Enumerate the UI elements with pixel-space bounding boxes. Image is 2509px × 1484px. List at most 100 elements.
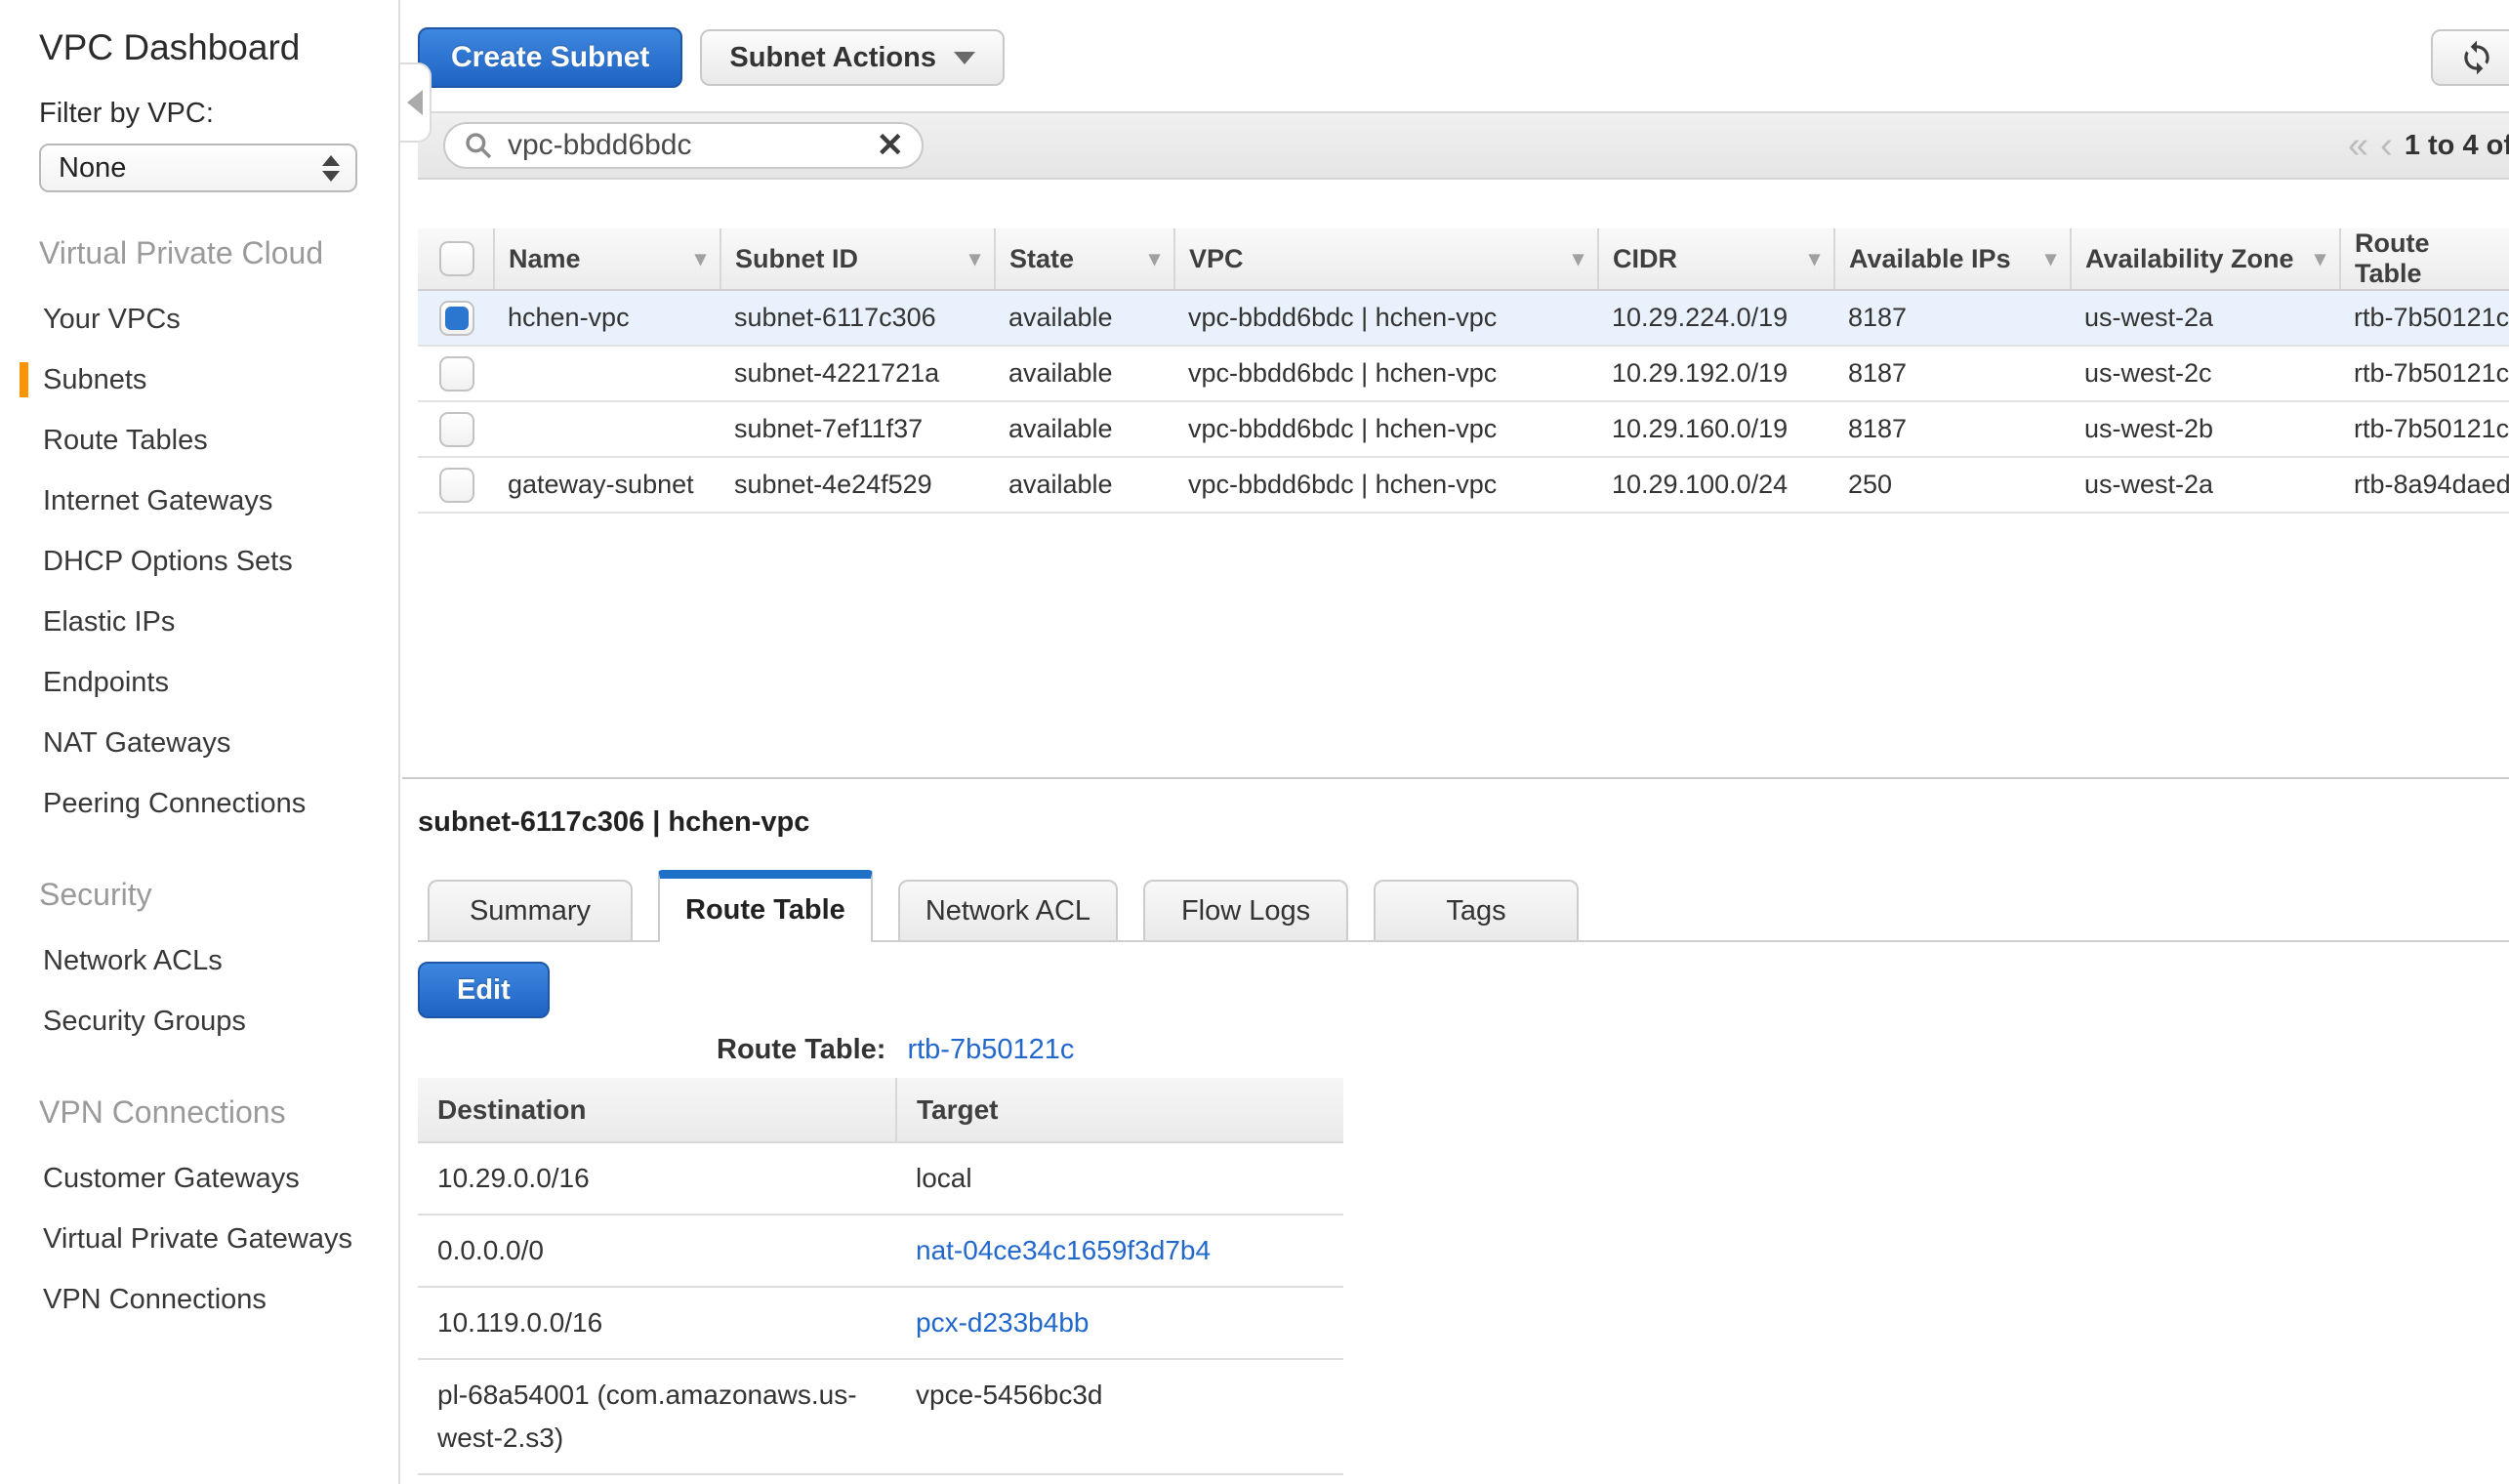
cell-vpc: vpc-bbdd6bdc | hchen-vpc bbox=[1174, 346, 1598, 401]
sidebar-item-elastic-ips[interactable]: Elastic IPs bbox=[0, 592, 398, 652]
search-box[interactable]: ✕ bbox=[443, 122, 924, 169]
tab-network-acl[interactable]: Network ACL bbox=[898, 880, 1118, 940]
edit-button[interactable]: Edit bbox=[418, 962, 550, 1018]
row-checkbox[interactable] bbox=[439, 468, 474, 503]
vpc-filter-select[interactable]: None bbox=[39, 144, 357, 192]
cell-subnet-id: subnet-4e24f529 bbox=[720, 457, 995, 513]
tab-tags[interactable]: Tags bbox=[1374, 880, 1579, 940]
sidebar-item-security-groups[interactable]: Security Groups bbox=[0, 991, 398, 1051]
sort-caret-icon[interactable]: ▾ bbox=[1149, 246, 1160, 271]
sidebar-collapse-toggle[interactable] bbox=[400, 62, 432, 143]
row-checkbox[interactable] bbox=[439, 301, 474, 336]
sidebar-item-nat-gateways[interactable]: NAT Gateways bbox=[0, 713, 398, 773]
sidebar-item-dhcp-options-sets[interactable]: DHCP Options Sets bbox=[0, 531, 398, 592]
subnet-detail-panel: subnet-6117c306 | hchen-vpc Summary Rout… bbox=[402, 777, 2509, 1475]
column-label: Name bbox=[509, 244, 581, 274]
route-target: local bbox=[896, 1142, 1343, 1215]
cell-cidr: 10.29.100.0/24 bbox=[1598, 457, 1834, 513]
sidebar-item-customer-gateways[interactable]: Customer Gateways bbox=[0, 1148, 398, 1209]
sidebar-item-peering-connections[interactable]: Peering Connections bbox=[0, 773, 398, 834]
main-content: Create Subnet Subnet Actions ✕ « ‹ 1 to … bbox=[402, 0, 2509, 1484]
column-header-state[interactable]: State▾ bbox=[995, 228, 1174, 290]
column-label: Available IPs bbox=[1849, 244, 2011, 274]
select-all-checkbox[interactable] bbox=[439, 241, 474, 276]
column-header-availability-zone[interactable]: Availability Zone ▾ bbox=[2071, 228, 2340, 290]
routes-column-destination: Destination bbox=[418, 1078, 896, 1142]
route-table-link[interactable]: rtb-7b50121c bbox=[907, 1034, 1074, 1066]
cell-availability-zone: us-west-2c bbox=[2071, 346, 2340, 401]
route-destination: 10.29.0.0/16 bbox=[418, 1142, 896, 1215]
cell-state: available bbox=[995, 290, 1174, 346]
cell-route-table: rtb-8a94daed bbox=[2340, 457, 2509, 513]
sidebar-item-route-tables[interactable]: Route Tables bbox=[0, 410, 398, 471]
sidebar-item-subnets[interactable]: Subnets bbox=[0, 350, 398, 410]
sidebar-item-endpoints[interactable]: Endpoints bbox=[0, 652, 398, 713]
column-header-vpc[interactable]: VPC ▾ bbox=[1174, 228, 1598, 290]
column-header-route-table[interactable]: Route Table bbox=[2340, 228, 2509, 290]
sort-caret-icon[interactable]: ▾ bbox=[2315, 246, 2325, 271]
clear-search-icon[interactable]: ✕ bbox=[877, 129, 905, 162]
sidebar: VPC Dashboard Filter by VPC: None Virtua… bbox=[0, 0, 400, 1484]
column-header-cidr[interactable]: CIDR▾ bbox=[1598, 228, 1834, 290]
sort-caret-icon[interactable]: ▾ bbox=[2045, 246, 2056, 271]
cell-availability-zone: us-west-2a bbox=[2071, 457, 2340, 513]
cell-state: available bbox=[995, 346, 1174, 401]
subnet-actions-label: Subnet Actions bbox=[729, 42, 936, 74]
top-toolbar: Create Subnet Subnet Actions bbox=[418, 27, 2509, 88]
route-row: 10.119.0.0/16 pcx-d233b4bb bbox=[418, 1287, 1343, 1359]
sort-caret-icon[interactable]: ▾ bbox=[695, 246, 706, 271]
cell-cidr: 10.29.192.0/19 bbox=[1598, 346, 1834, 401]
cell-state: available bbox=[995, 457, 1174, 513]
row-checkbox[interactable] bbox=[439, 356, 474, 392]
sidebar-nav: Virtual Private Cloud Your VPCs Subnets … bbox=[0, 235, 398, 1330]
tab-flow-logs[interactable]: Flow Logs bbox=[1143, 880, 1348, 940]
cell-cidr: 10.29.224.0/19 bbox=[1598, 290, 1834, 346]
table-row[interactable]: subnet-7ef11f37 available vpc-bbdd6bdc |… bbox=[418, 401, 2509, 457]
column-label: VPC bbox=[1189, 244, 1244, 274]
search-strip: ✕ « ‹ 1 to 4 of bbox=[418, 111, 2509, 180]
column-header-subnet-id[interactable]: Subnet ID ▾ bbox=[720, 228, 995, 290]
sidebar-item-virtual-private-gateways[interactable]: Virtual Private Gateways bbox=[0, 1209, 398, 1269]
cell-vpc: vpc-bbdd6bdc | hchen-vpc bbox=[1174, 290, 1598, 346]
sort-caret-icon[interactable]: ▾ bbox=[1809, 246, 1820, 271]
cell-subnet-id: subnet-6117c306 bbox=[720, 290, 995, 346]
row-checkbox[interactable] bbox=[439, 412, 474, 447]
first-page-icon[interactable]: « bbox=[2348, 127, 2368, 164]
routes-column-target: Target bbox=[896, 1078, 1343, 1142]
cell-availability-zone: us-west-2a bbox=[2071, 290, 2340, 346]
search-input[interactable] bbox=[506, 128, 865, 163]
prev-page-icon[interactable]: ‹ bbox=[2380, 127, 2393, 164]
table-row[interactable]: gateway-subnet subnet-4e24f529 available… bbox=[418, 457, 2509, 513]
route-table-label: Route Table: bbox=[717, 1034, 885, 1066]
refresh-button[interactable] bbox=[2431, 29, 2509, 86]
sidebar-item-internet-gateways[interactable]: Internet Gateways bbox=[0, 471, 398, 531]
sort-caret-icon[interactable]: ▾ bbox=[969, 246, 980, 271]
route-destination: 0.0.0.0/0 bbox=[418, 1215, 896, 1287]
sidebar-item-your-vpcs[interactable]: Your VPCs bbox=[0, 289, 398, 350]
route-target-link[interactable]: nat-04ce34c1659f3d7b4 bbox=[916, 1235, 1211, 1265]
cell-available-ips: 8187 bbox=[1834, 401, 2071, 457]
cell-route-table: rtb-7b50121c bbox=[2340, 346, 2509, 401]
tab-route-table[interactable]: Route Table bbox=[658, 870, 873, 942]
route-target-link[interactable]: pcx-d233b4bb bbox=[916, 1307, 1089, 1338]
table-row[interactable]: subnet-4221721a available vpc-bbdd6bdc |… bbox=[418, 346, 2509, 401]
subnet-table: Name ▾ Subnet ID ▾ State▾ VPC ▾ CIDR▾ Avail… bbox=[418, 228, 2509, 514]
table-header-row: Name ▾ Subnet ID ▾ State▾ VPC ▾ CIDR▾ Avail… bbox=[418, 228, 2509, 290]
vpc-filter-value: None bbox=[59, 152, 126, 185]
cell-available-ips: 8187 bbox=[1834, 290, 2071, 346]
search-icon bbox=[463, 130, 494, 161]
create-subnet-button[interactable]: Create Subnet bbox=[418, 27, 682, 88]
filter-by-vpc-label: Filter by VPC: bbox=[39, 98, 398, 130]
column-header-available-ips[interactable]: Available IPs ▾ bbox=[1834, 228, 2071, 290]
sidebar-item-vpn-connections[interactable]: VPN Connections bbox=[0, 1269, 398, 1330]
tab-summary[interactable]: Summary bbox=[428, 880, 633, 940]
column-label: Availability Zone bbox=[2085, 244, 2294, 274]
column-label: Subnet ID bbox=[735, 244, 858, 274]
sort-caret-icon[interactable]: ▾ bbox=[1573, 246, 1584, 271]
cell-vpc: vpc-bbdd6bdc | hchen-vpc bbox=[1174, 457, 1598, 513]
sidebar-item-network-acls[interactable]: Network ACLs bbox=[0, 930, 398, 991]
column-header-name[interactable]: Name ▾ bbox=[494, 228, 720, 290]
table-row[interactable]: hchen-vpc subnet-6117c306 available vpc-… bbox=[418, 290, 2509, 346]
cell-route-table: rtb-7b50121c bbox=[2340, 290, 2509, 346]
subnet-actions-button[interactable]: Subnet Actions bbox=[700, 29, 1005, 86]
